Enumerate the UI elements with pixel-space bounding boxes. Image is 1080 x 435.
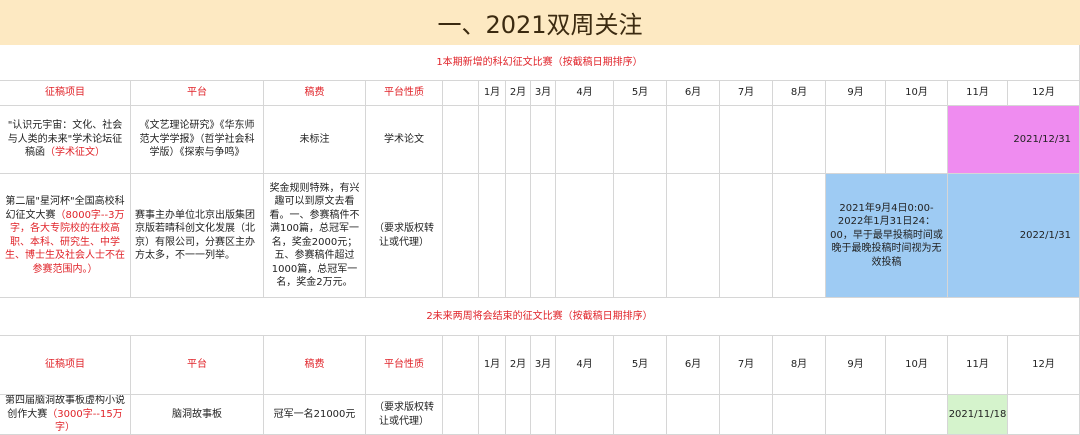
header-month-6: 6月 [667,336,720,395]
project-note: （学术征文） [45,147,105,159]
section1-heading: 1本期新增的科幻征文比赛（按截稿日期排序） [0,45,1080,81]
row2-nature: （要求版权转让或代理） [366,174,443,298]
header-project: 征稿项目 [0,81,131,106]
header-month-11: 11月 [948,336,1008,395]
header-month-3: 3月 [531,81,556,106]
header-month-12: 12月 [1008,336,1080,395]
row1-fee: 未标注 [264,106,366,174]
header-month-7: 7月 [720,81,773,106]
header-blank [443,81,479,106]
header-month-2: 2月 [506,81,531,106]
empty-cell [773,395,826,435]
empty-cell [531,106,556,174]
row1-project: "认识元宇宙：文化、社会与人类的未来"学术论坛征稿函（学术征文） [0,106,131,174]
row2-platform: 赛事主办单位北京出版集团京版若晴科创文化发展（北京）有限公司，分赛区主办方太多，… [131,174,264,298]
empty-cell [773,174,826,298]
empty-cell [773,106,826,174]
header-month-1: 1月 [479,336,506,395]
empty-cell [531,174,556,298]
empty-cell [479,174,506,298]
section2-heading: 2未来两周将会结束的征文比赛（按截稿日期排序） [0,298,1080,336]
header-month-7: 7月 [720,336,773,395]
empty-cell [720,395,773,435]
empty-cell [531,395,556,435]
header-fee: 稿费 [264,336,366,395]
empty-cell [614,174,667,298]
empty-cell [826,106,886,174]
empty-cell [479,106,506,174]
header-month-12: 12月 [1008,81,1080,106]
empty-cell [614,106,667,174]
row1-platform: 《文艺理论研究》《华东师范大学学报》（哲学社会科学版）《探索与争鸣》 [131,106,264,174]
header-month-11: 11月 [948,81,1008,106]
header-platform: 平台 [131,81,264,106]
empty-cell [506,174,531,298]
header-month-4: 4月 [556,81,614,106]
row1-nature: 学术论文 [366,106,443,174]
empty-cell [614,395,667,435]
row2-project: 第二届"星河杯"全国高校科幻征文大赛（8000字--3万字，各大专院校的在校高职… [0,174,131,298]
empty-cell [506,106,531,174]
header-nature: 平台性质 [366,81,443,106]
header-month-5: 5月 [614,81,667,106]
empty-cell [443,395,479,435]
row1-deadline-bar: 2021/12/31 [948,106,1080,174]
header-project: 征稿项目 [0,336,131,395]
header-month-6: 6月 [667,81,720,106]
header-month-5: 5月 [614,336,667,395]
header-month-1: 1月 [479,81,506,106]
empty-cell [479,395,506,435]
empty-cell [556,174,614,298]
empty-cell [667,174,720,298]
row2-deadline-bar: 2022/1/31 [948,174,1080,298]
header-month-4: 4月 [556,336,614,395]
row3-fee: 冠军一名21000元 [264,395,366,435]
row3-nature: （要求版权转让或代理） [366,395,443,435]
header-month-10: 10月 [886,81,948,106]
empty-cell [826,395,886,435]
empty-cell [667,106,720,174]
header-blank [443,336,479,395]
project-note: （3000字--15万字） [47,408,123,434]
header-fee: 稿费 [264,81,366,106]
row3-deadline-bar: 2021/11/18 [948,395,1008,435]
row3-project: 第四届脑洞故事板虚构小说创作大赛（3000字--15万字） [0,395,131,435]
header-month-10: 10月 [886,336,948,395]
empty-cell [443,174,479,298]
schedule-grid: 1本期新增的科幻征文比赛（按截稿日期排序） 征稿项目 平台 稿费 平台性质 1月… [0,45,1080,435]
header-month-3: 3月 [531,336,556,395]
empty-cell [556,395,614,435]
header-month-9: 9月 [826,81,886,106]
empty-cell [556,106,614,174]
empty-cell [506,395,531,435]
empty-cell [886,106,948,174]
header-month-8: 8月 [773,336,826,395]
empty-cell [443,106,479,174]
header-month-2: 2月 [506,336,531,395]
page-title: 一、2021双周关注 [0,0,1080,45]
empty-cell [667,395,720,435]
row2-fee: 奖金规则特殊，有兴趣可以到原文去看看。一、参赛稿件不满100篇，总冠军一名，奖金… [264,174,366,298]
header-platform: 平台 [131,336,264,395]
header-month-8: 8月 [773,81,826,106]
empty-cell [720,106,773,174]
row2-period-bar: 2021年9月4日0:00-2022年1月31日24：00，早于最早投稿时间或晚… [826,174,948,298]
empty-cell [886,395,948,435]
header-nature: 平台性质 [366,336,443,395]
header-month-9: 9月 [826,336,886,395]
row3-platform: 脑洞故事板 [131,395,264,435]
empty-cell [1008,395,1080,435]
empty-cell [720,174,773,298]
